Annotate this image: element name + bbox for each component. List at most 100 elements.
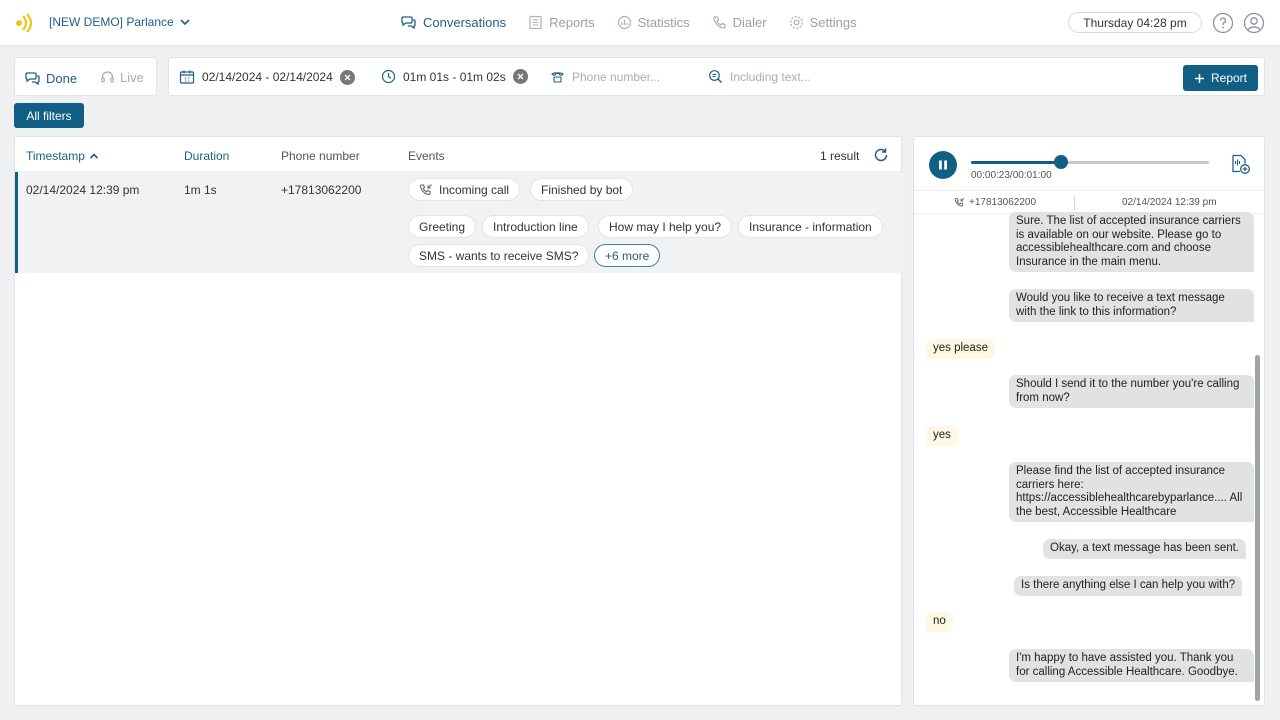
conversation-panel: 00:00:23/00:01:00 +17813062200 02/14/202… — [913, 136, 1265, 706]
chat-bubbles-icon — [25, 70, 41, 86]
result-count: 1 result — [820, 149, 860, 163]
text-search-input[interactable]: Including text... — [730, 70, 811, 84]
row-duration: 1m 1s — [184, 183, 217, 197]
audio-progress-handle[interactable] — [1054, 155, 1069, 169]
clear-duration-icon[interactable] — [512, 69, 528, 84]
document-icon — [528, 15, 543, 30]
user-message: yes please — [926, 339, 995, 359]
table-header: Timestamp Duration Phone number Events 1… — [15, 137, 901, 172]
call-phone-value: +17813062200 — [969, 197, 1037, 208]
all-filters-button[interactable]: All filters — [14, 103, 84, 128]
headset-icon — [100, 70, 115, 85]
org-label: [NEW DEMO] Parlance — [49, 15, 174, 29]
live-tab[interactable]: Live — [100, 70, 144, 85]
duration-range-value: 01m 01s - 01m 02s — [403, 69, 506, 84]
event-chip: Greeting — [408, 215, 477, 238]
bot-message: Is there anything else I can help you wi… — [1014, 576, 1243, 596]
event-label: Incoming call — [439, 182, 510, 197]
nav-label: Settings — [809, 14, 857, 30]
conversations-table: Timestamp Duration Phone number Events 1… — [14, 136, 903, 706]
nav-label: Statistics — [637, 14, 690, 30]
incoming-call-icon — [954, 197, 965, 208]
main-nav: Conversations Reports Statistics Dialer … — [401, 14, 857, 30]
event-chip: Finished by bot — [530, 178, 634, 201]
top-bar: [NEW DEMO] Parlance Conversations Report… — [0, 0, 1280, 46]
phone-number-header: Phone number — [281, 149, 360, 163]
nav-label: Reports — [549, 14, 595, 30]
user-message: yes — [926, 426, 958, 446]
filter-bar: 17 02/14/2024 - 02/14/2024 01m 01s - 01m… — [168, 57, 1265, 96]
event-chip: SMS - wants to receive SMS? — [408, 244, 590, 267]
svg-text:17: 17 — [184, 77, 190, 83]
nav-conversations[interactable]: Conversations — [401, 14, 506, 30]
user-account-icon[interactable] — [1243, 12, 1265, 34]
date-range-value: 02/14/2024 - 02/14/2024 — [202, 70, 333, 84]
parlance-logo-icon[interactable] — [14, 11, 38, 35]
call-meta: +17813062200 02/14/2024 12:39 pm — [914, 190, 1264, 214]
event-chip: How may I help you? — [598, 215, 733, 238]
report-label: Report — [1210, 71, 1248, 85]
bot-message: Please find the list of accepted insuran… — [1009, 462, 1254, 522]
report-button[interactable]: Report — [1183, 65, 1258, 91]
pause-button[interactable] — [929, 151, 957, 179]
gauge-icon — [617, 15, 632, 30]
bot-message: Okay, a text message has been sent. — [1043, 539, 1247, 559]
duration-filter[interactable]: 01m 01s - 01m 02s — [381, 69, 528, 84]
clear-date-icon[interactable] — [339, 69, 355, 85]
call-date: 02/14/2024 12:39 pm — [1122, 197, 1217, 208]
transcript-scrollbar[interactable] — [1255, 355, 1260, 701]
nav-dialer[interactable]: Dialer — [712, 14, 767, 30]
bot-message: Sure. The list of accepted insurance car… — [1009, 212, 1254, 272]
chevron-up-icon — [89, 151, 99, 161]
nav-label: Dialer — [732, 14, 767, 30]
gear-icon — [789, 15, 804, 30]
duration-header[interactable]: Duration — [184, 149, 229, 163]
text-filter[interactable]: Including text... — [708, 69, 811, 84]
nav-settings[interactable]: Settings — [789, 14, 857, 30]
current-time: Thursday 04:28 pm — [1068, 12, 1202, 33]
incoming-call-icon — [419, 183, 433, 197]
row-timestamp: 02/14/2024 12:39 pm — [26, 183, 140, 197]
mode-switch: Done Live — [14, 57, 157, 96]
bot-message: I'm happy to have assisted you. Thank yo… — [1009, 649, 1254, 682]
header-label: Timestamp — [26, 149, 85, 163]
pause-icon — [937, 159, 949, 171]
nav-statistics[interactable]: Statistics — [617, 14, 690, 30]
timestamp-header[interactable]: Timestamp — [26, 149, 99, 163]
date-range-filter[interactable]: 17 02/14/2024 - 02/14/2024 — [179, 69, 355, 85]
refresh-icon[interactable] — [873, 147, 889, 163]
chevron-down-icon — [180, 17, 190, 27]
phone-number-filter[interactable]: Phone number... — [550, 69, 660, 84]
more-events-button[interactable]: +6 more — [594, 244, 661, 267]
phone-number-input[interactable]: Phone number... — [572, 70, 660, 84]
nav-reports[interactable]: Reports — [528, 14, 595, 30]
chat-bubbles-icon — [401, 14, 417, 30]
nav-label: Conversations — [423, 14, 507, 30]
table-row[interactable]: 02/14/2024 12:39 pm 1m 1s +17813062200 I… — [15, 172, 903, 273]
org-selector[interactable]: [NEW DEMO] Parlance — [49, 15, 190, 29]
telephone-icon — [550, 69, 565, 84]
bot-message: Should I send it to the number you're ca… — [1009, 375, 1254, 408]
bot-message: Would you like to receive a text message… — [1009, 289, 1254, 322]
call-phone: +17813062200 — [954, 197, 1036, 208]
audio-player: 00:00:23/00:01:00 — [914, 137, 1264, 190]
audio-progress-track[interactable] — [971, 161, 1209, 164]
help-icon[interactable] — [1212, 12, 1234, 34]
event-chip: Introduction line — [482, 215, 589, 238]
plus-icon — [1194, 73, 1205, 84]
done-tab[interactable]: Done — [25, 70, 77, 86]
divider — [1074, 196, 1075, 210]
done-label: Done — [46, 70, 78, 86]
event-chip: Incoming call — [408, 178, 521, 201]
live-label: Live — [120, 70, 144, 85]
events-header: Events — [408, 149, 445, 163]
calendar-icon: 17 — [179, 69, 195, 85]
event-chip: Insurance - information — [738, 215, 883, 238]
audio-time: 00:00:23/00:01:00 — [971, 170, 1052, 181]
search-text-icon — [708, 69, 723, 84]
user-message: no — [926, 612, 953, 632]
download-recording-icon[interactable] — [1229, 153, 1251, 175]
phone-icon — [712, 15, 727, 30]
row-phone-number: +17813062200 — [281, 183, 362, 197]
audio-progress-fill — [971, 161, 1062, 164]
